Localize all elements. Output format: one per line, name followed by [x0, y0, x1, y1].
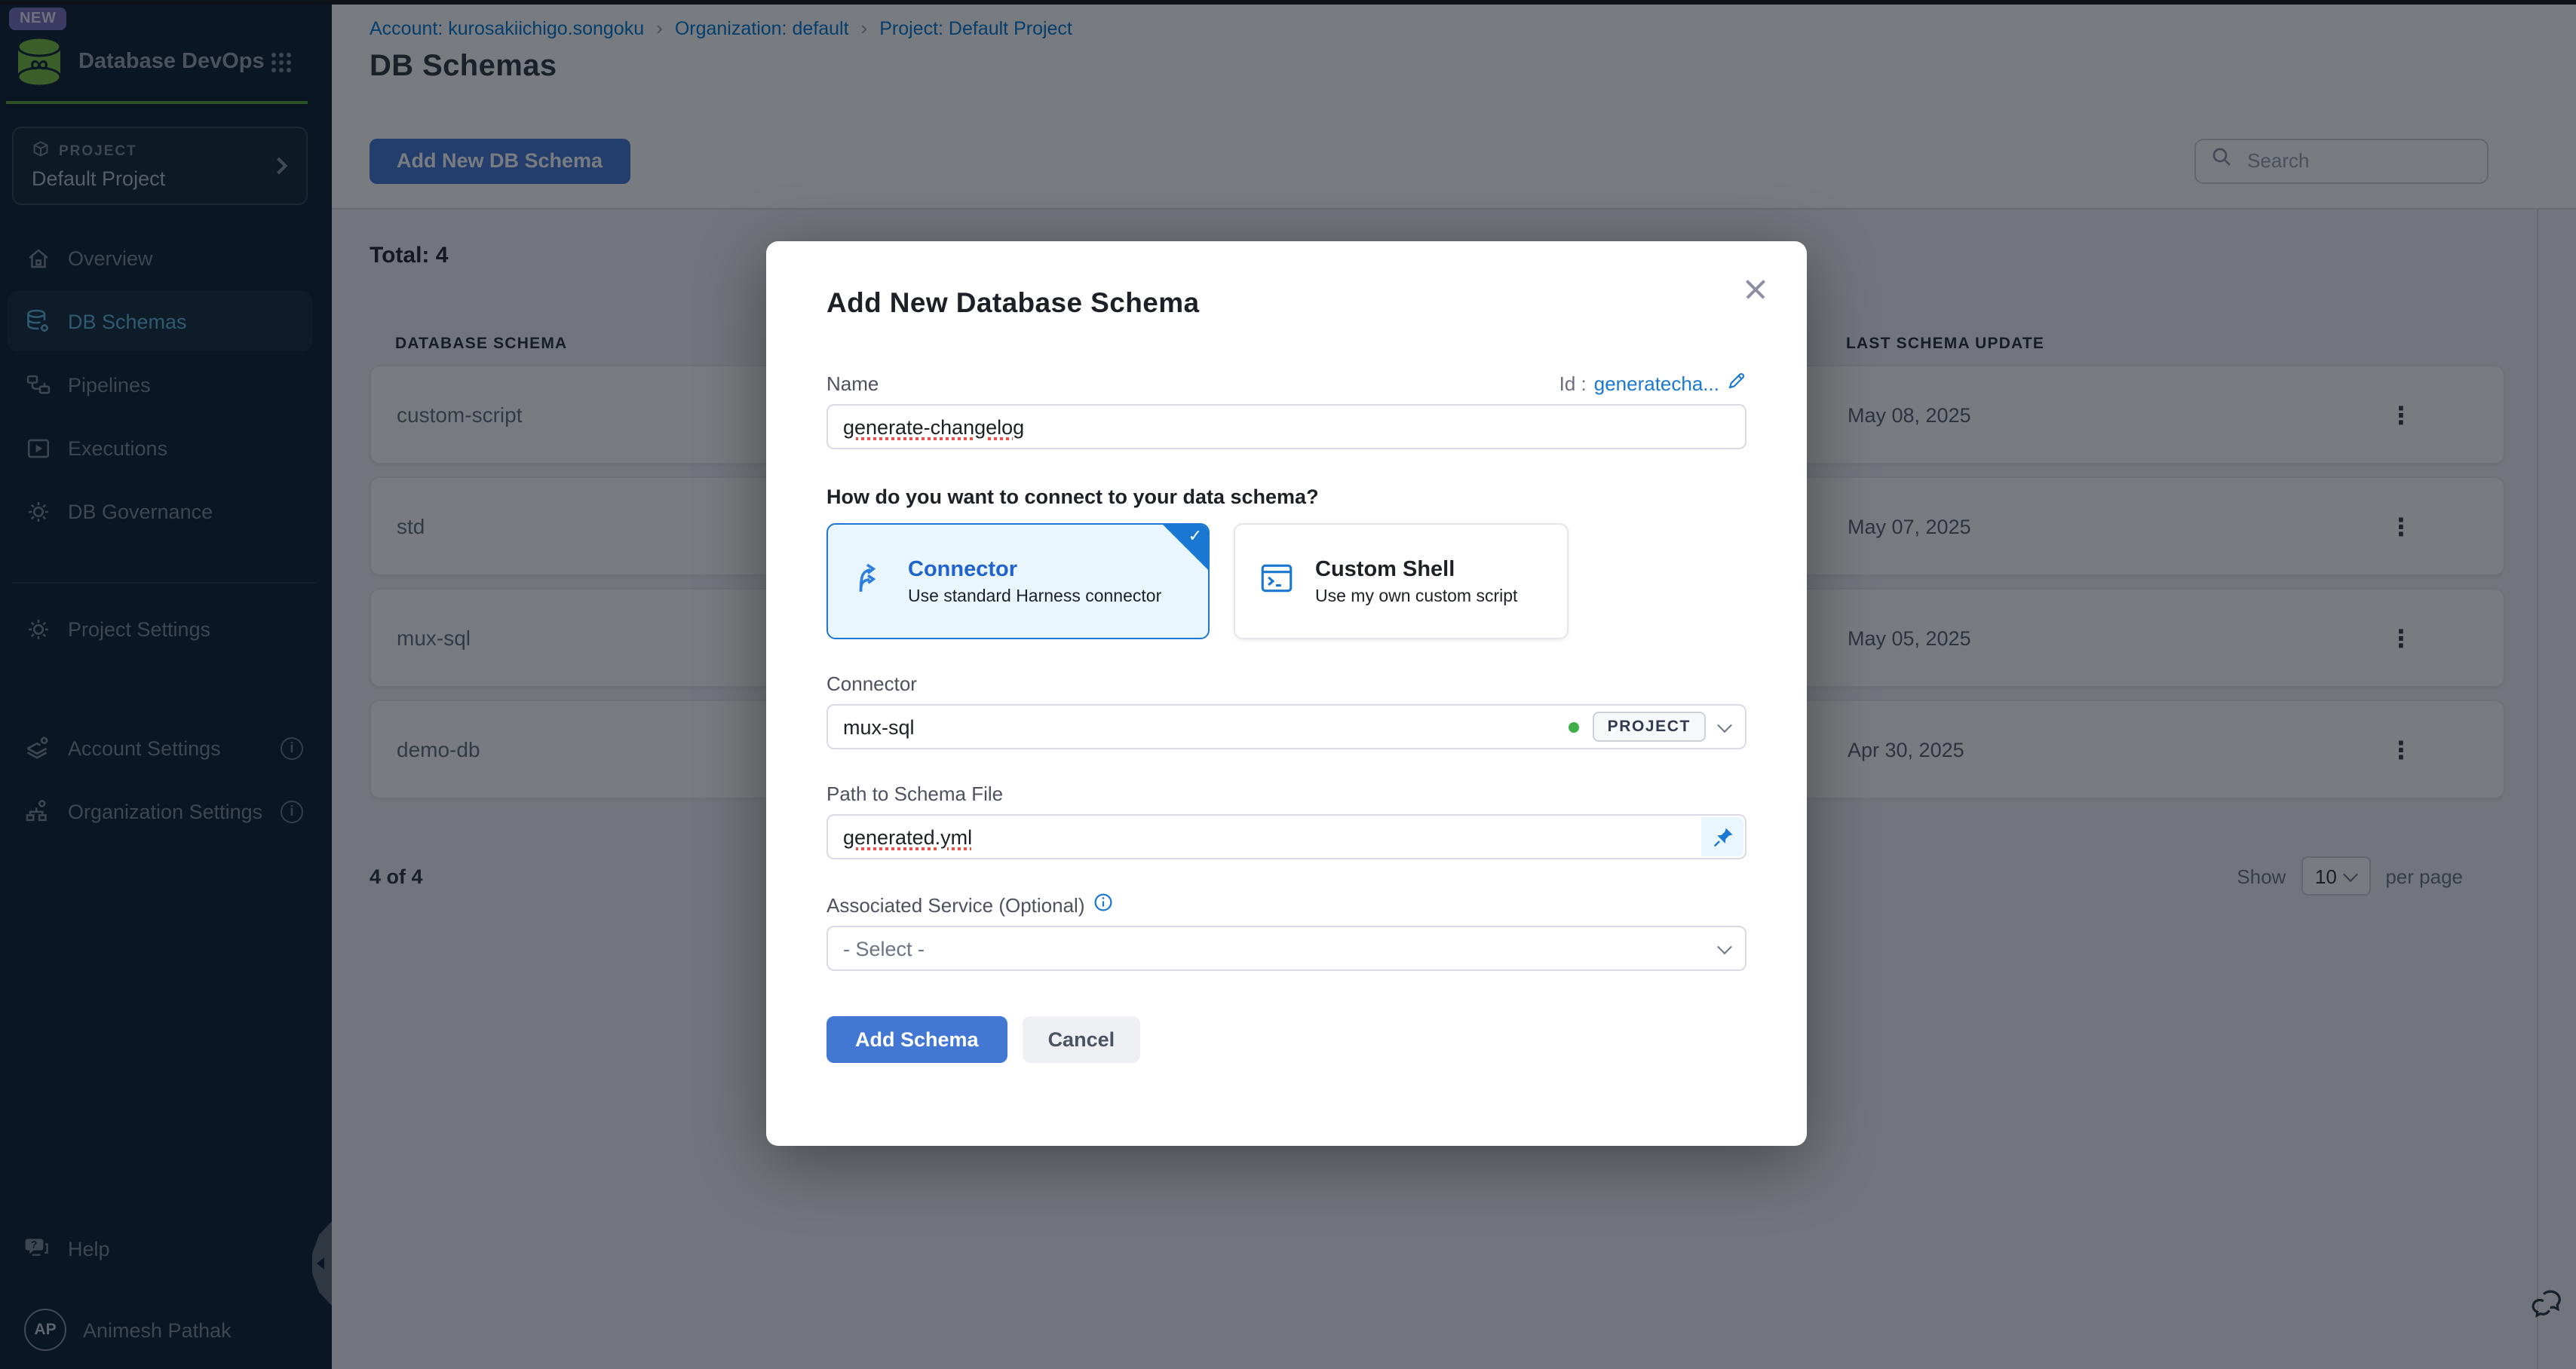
close-icon[interactable] [1740, 274, 1771, 305]
path-value: generated.yml [843, 825, 972, 848]
name-label: Name [826, 372, 879, 394]
connection-options: ✓ Connector Use standard Harness connect… [826, 523, 1746, 639]
pin-button[interactable] [1701, 817, 1743, 856]
option-subtitle: Use my own custom script [1315, 587, 1517, 605]
info-icon[interactable] [1094, 893, 1114, 917]
scope-badge: PROJECT [1593, 712, 1706, 742]
select-placeholder: - Select - [843, 937, 925, 960]
option-title: Connector [908, 557, 1161, 581]
id-prefix: Id : [1559, 372, 1587, 394]
path-input[interactable]: generated.yml [826, 814, 1746, 859]
check-icon: ✓ [1188, 526, 1202, 546]
chevron-down-icon [1717, 717, 1732, 732]
connector-adornments: PROJECT [1569, 712, 1730, 742]
schema-name-input[interactable]: generate-changelog [826, 404, 1746, 449]
schema-name-value: generate-changelog [843, 415, 1024, 438]
option-card-connector[interactable]: ✓ Connector Use standard Harness connect… [826, 523, 1210, 639]
id-row: Id : generatecha... [1559, 371, 1746, 395]
option-title: Custom Shell [1315, 557, 1517, 581]
app-root: NEW ∞ Database DevOps [0, 0, 2576, 1369]
connect-question: How do you want to connect to your data … [826, 485, 1746, 508]
option-subtitle: Use standard Harness connector [908, 587, 1161, 605]
terminal-icon [1258, 559, 1296, 604]
connector-select[interactable]: mux-sql PROJECT [826, 704, 1746, 749]
add-schema-modal: Add New Database Schema Name Id : genera… [766, 241, 1807, 1146]
cancel-button[interactable]: Cancel [1023, 1016, 1141, 1063]
id-value-link[interactable]: generatecha... [1594, 372, 1719, 394]
connector-label: Connector [826, 672, 1746, 695]
status-dot [1569, 721, 1579, 732]
add-schema-button[interactable]: Add Schema [826, 1016, 1007, 1063]
chevron-down-icon [1717, 939, 1732, 954]
connector-value: mux-sql [843, 715, 915, 738]
option-card-custom-shell[interactable]: Custom Shell Use my own custom script [1234, 523, 1569, 639]
associated-service-label: Associated Service (Optional) [826, 893, 1085, 916]
edit-pencil-icon[interactable] [1727, 371, 1746, 395]
connector-branch-icon [851, 559, 888, 604]
modal-title: Add New Database Schema [826, 241, 1746, 320]
path-label: Path to Schema File [826, 783, 1746, 805]
associated-service-select[interactable]: - Select - [826, 926, 1746, 971]
modal-actions: Add Schema Cancel [826, 1016, 1746, 1063]
